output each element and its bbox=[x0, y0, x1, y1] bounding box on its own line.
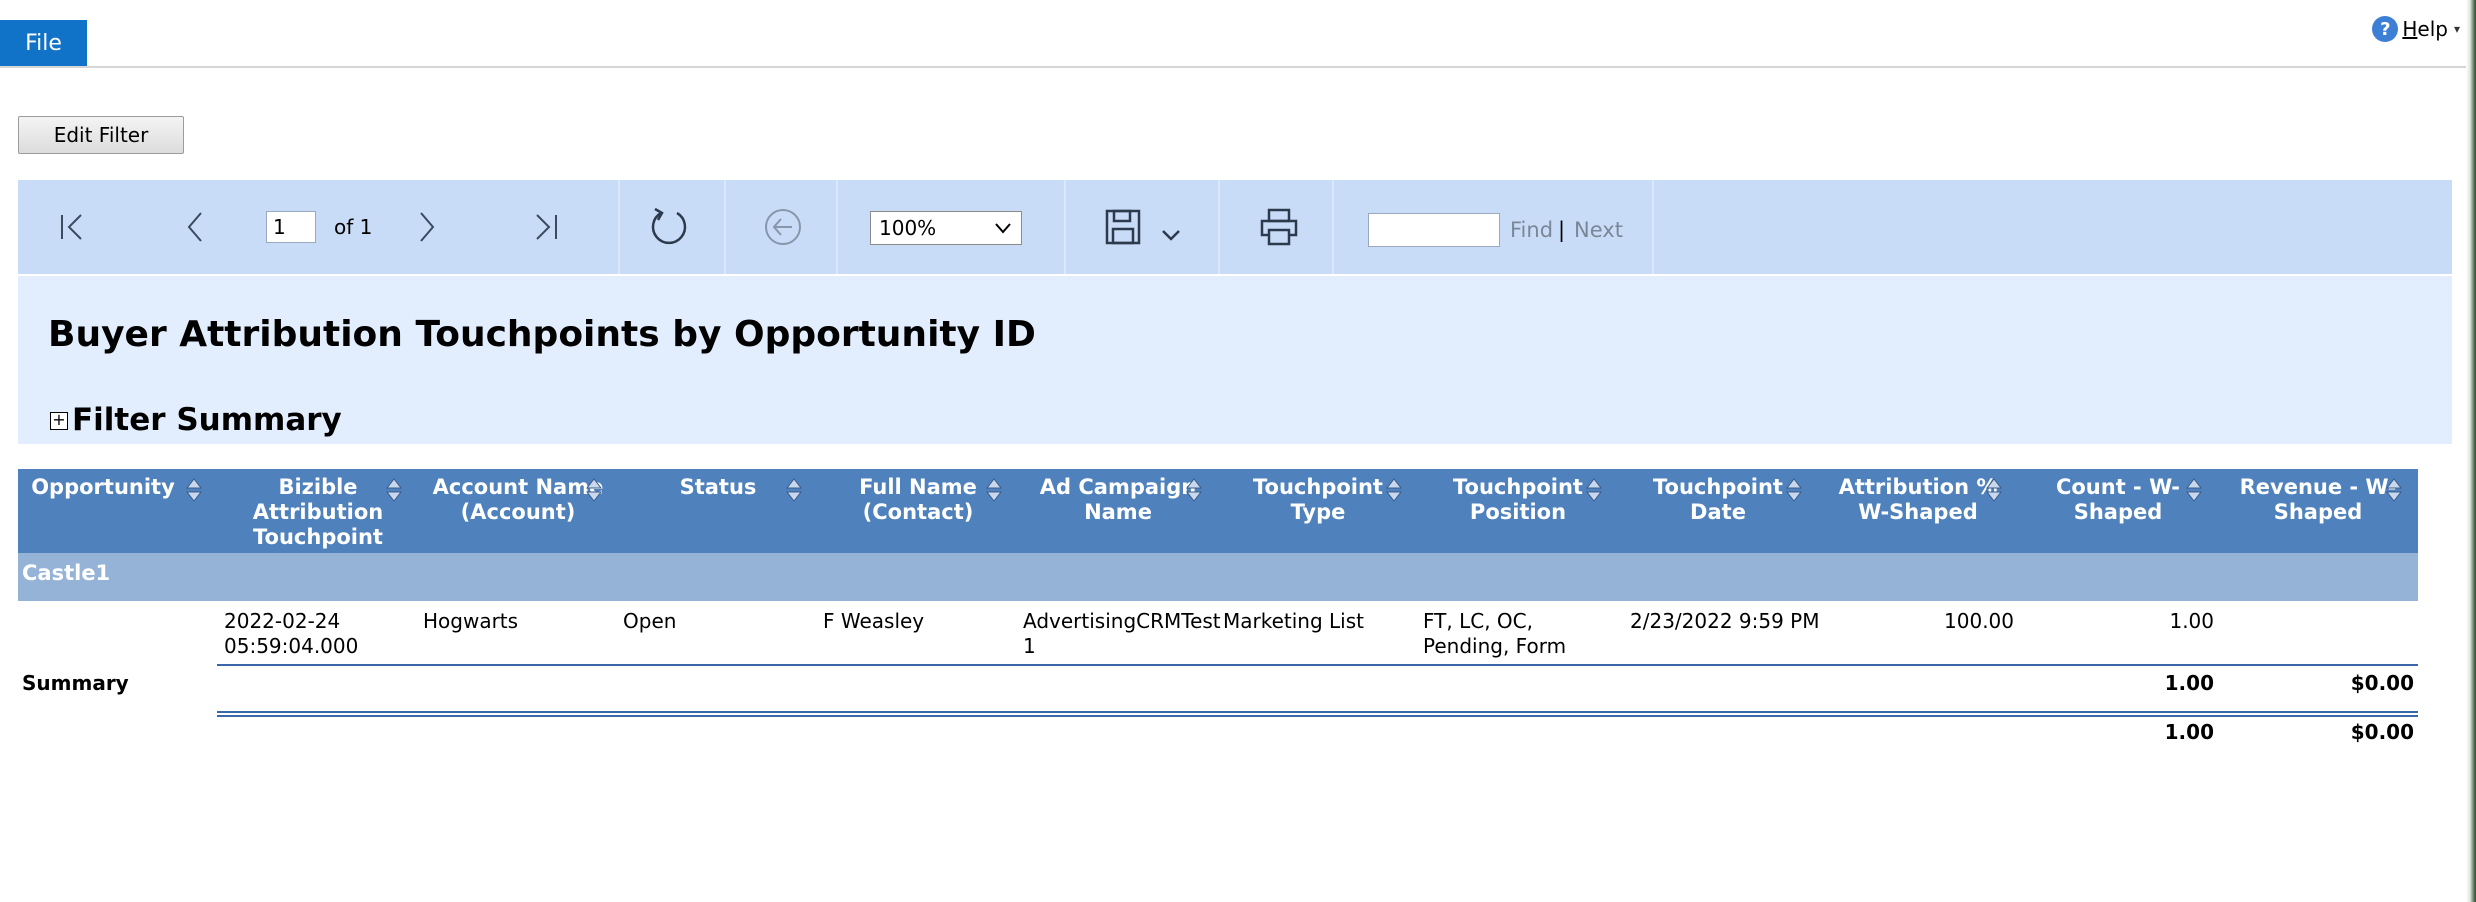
cell-attribution: 100.00 bbox=[1944, 609, 2014, 633]
sort-icon[interactable] bbox=[386, 477, 402, 503]
find-separator: | bbox=[1558, 218, 1566, 242]
report-toolbar: of 1 100% Find | Next bbox=[18, 180, 2452, 274]
total-revenue: $0.00 bbox=[2350, 720, 2414, 744]
toolbar-divider bbox=[618, 180, 620, 274]
find-input[interactable] bbox=[1368, 213, 1500, 247]
cell-contact: F Weasley bbox=[823, 609, 925, 633]
group-label: Castle1 bbox=[22, 561, 111, 585]
find-next-link[interactable]: Next bbox=[1574, 218, 1623, 242]
save-icon bbox=[1105, 209, 1141, 245]
sort-icon[interactable] bbox=[2386, 477, 2402, 503]
sort-icon[interactable] bbox=[786, 477, 802, 503]
total-divider bbox=[217, 711, 2418, 713]
chevron-down-icon bbox=[995, 223, 1011, 234]
cell-touchpoint-type: Marketing List bbox=[1223, 609, 1364, 633]
export-button[interactable] bbox=[1098, 202, 1148, 252]
sort-icon[interactable] bbox=[1786, 477, 1802, 503]
filter-summary-label[interactable]: Filter Summary bbox=[72, 402, 342, 438]
sort-icon[interactable] bbox=[1186, 477, 1202, 503]
group-row bbox=[18, 553, 2418, 601]
row-divider bbox=[217, 664, 2418, 666]
refresh-button[interactable] bbox=[644, 202, 694, 252]
summary-count: 1.00 bbox=[2164, 671, 2214, 695]
top-menu-bar bbox=[0, 0, 2476, 68]
toolbar-divider bbox=[1652, 180, 1654, 274]
expand-icon[interactable]: + bbox=[50, 412, 68, 430]
edit-filter-button[interactable]: Edit Filter bbox=[18, 116, 184, 154]
page-count-label: of 1 bbox=[334, 215, 373, 239]
first-page-icon bbox=[61, 214, 82, 240]
page-number-input[interactable] bbox=[266, 211, 316, 243]
total-divider bbox=[217, 715, 2418, 717]
table-header: Opportunity Bizible Attribution Touchpoint… bbox=[18, 469, 2418, 553]
chevron-down-icon bbox=[1162, 230, 1180, 241]
report-title: Buyer Attribution Touchpoints by Opportu… bbox=[48, 314, 1036, 355]
cell-touchpoint-position: FT, LC, OC, Pending, Form bbox=[1423, 609, 1567, 658]
summary-label: Summary bbox=[22, 671, 129, 695]
refresh-icon bbox=[651, 207, 687, 245]
back-to-parent-button[interactable] bbox=[758, 202, 808, 252]
sort-icon[interactable] bbox=[986, 477, 1002, 503]
print-icon bbox=[1260, 208, 1298, 246]
cell-touchpoint-date: 2/23/2022 9:59 PM bbox=[1630, 609, 1820, 633]
column-header-opportunity[interactable]: Opportunity bbox=[18, 475, 188, 500]
first-page-button[interactable] bbox=[48, 202, 98, 252]
sort-icon[interactable] bbox=[1986, 477, 2002, 503]
last-page-button[interactable] bbox=[520, 202, 570, 252]
last-page-icon bbox=[536, 214, 557, 240]
sort-icon[interactable] bbox=[586, 477, 602, 503]
zoom-select[interactable]: 100% bbox=[870, 211, 1022, 245]
toolbar-divider bbox=[1218, 180, 1220, 274]
previous-page-button[interactable] bbox=[170, 202, 220, 252]
cell-campaign: AdvertisingCRMTest 1 bbox=[1023, 609, 1221, 658]
cell-count: 1.00 bbox=[2169, 609, 2214, 633]
back-arrow-icon bbox=[765, 209, 801, 245]
sort-icon[interactable] bbox=[1386, 477, 1402, 503]
summary-revenue: $0.00 bbox=[2350, 671, 2414, 695]
cell-touchpoint: 2022-02-24 05:59:04.000 bbox=[224, 609, 359, 658]
sort-icon[interactable] bbox=[2186, 477, 2202, 503]
export-dropdown-button[interactable] bbox=[1146, 210, 1196, 260]
toolbar-divider bbox=[1332, 180, 1334, 274]
sort-icon[interactable] bbox=[186, 477, 202, 503]
find-link[interactable]: Find bbox=[1510, 218, 1553, 242]
next-page-button[interactable] bbox=[402, 202, 452, 252]
chevron-right-icon bbox=[420, 212, 435, 242]
sort-icon[interactable] bbox=[1586, 477, 1602, 503]
help-menu[interactable]: ? Help ▾ bbox=[2372, 14, 2460, 44]
toolbar-divider bbox=[724, 180, 726, 274]
toolbar-divider bbox=[836, 180, 838, 274]
window-edge bbox=[2466, 0, 2476, 902]
report-header-area bbox=[18, 276, 2452, 444]
print-button[interactable] bbox=[1254, 202, 1304, 252]
help-icon: ? bbox=[2372, 16, 2399, 42]
help-label[interactable]: Help bbox=[2402, 17, 2448, 41]
file-menu-button[interactable]: File bbox=[0, 20, 87, 66]
zoom-value: 100% bbox=[879, 216, 937, 240]
chevron-left-icon bbox=[187, 212, 202, 242]
toolbar-divider bbox=[1064, 180, 1066, 274]
cell-status: Open bbox=[623, 609, 677, 633]
chevron-down-icon: ▾ bbox=[2453, 22, 2460, 36]
total-count: 1.00 bbox=[2164, 720, 2214, 744]
cell-account: Hogwarts bbox=[423, 609, 519, 633]
